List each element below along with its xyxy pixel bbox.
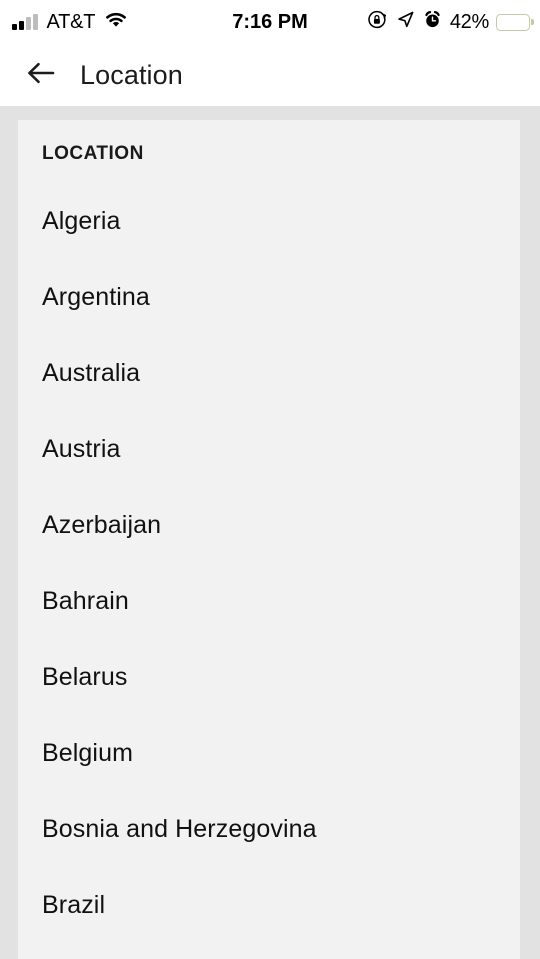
location-list: Algeria Argentina Australia Austria Azerbaij… <box>42 183 520 943</box>
battery-icon <box>496 13 530 31</box>
list-item[interactable]: Australia <box>42 335 520 411</box>
carrier-label: AT&T <box>46 10 96 33</box>
battery-percent-label: 42% <box>449 10 489 33</box>
location-list-card: LOCATION Algeria Argentina Australia Austri… <box>18 120 520 959</box>
status-bar: AT&T 7:16 PM 42% <box>0 0 540 44</box>
signal-bars-icon <box>12 14 38 30</box>
list-item[interactable]: Bahrain <box>42 563 520 639</box>
wifi-icon <box>104 11 128 34</box>
phone-screen: AT&T 7:16 PM 42% Location LOCATION Alger… <box>0 0 540 959</box>
list-item[interactable]: Algeria <box>42 183 520 259</box>
list-item-label: Austria <box>42 434 121 463</box>
section-header: LOCATION <box>42 143 144 164</box>
list-item-label: Australia <box>42 358 141 387</box>
location-arrow-icon <box>396 10 415 34</box>
list-item[interactable]: Austria <box>42 411 520 487</box>
status-bar-left: AT&T <box>12 11 128 34</box>
list-item[interactable]: Brazil <box>42 867 520 943</box>
status-bar-right: 42% <box>367 9 530 35</box>
list-item-label: Brazil <box>42 890 106 919</box>
list-item[interactable]: Azerbaijan <box>42 487 520 563</box>
list-item-label: Azerbaijan <box>42 510 162 539</box>
list-item[interactable]: Argentina <box>42 259 520 335</box>
navigation-bar: Location <box>0 44 540 106</box>
page-title: Location <box>80 59 183 90</box>
arrow-left-icon <box>26 60 56 91</box>
list-item-label: Belgium <box>42 738 134 767</box>
alarm-clock-icon <box>423 10 442 34</box>
list-item[interactable]: Bosnia and Herzegovina <box>42 791 520 867</box>
list-item-label: Belarus <box>42 662 128 691</box>
back-button[interactable] <box>20 54 62 96</box>
list-item[interactable]: Belarus <box>42 639 520 715</box>
list-item-label: Bahrain <box>42 586 129 615</box>
list-item-label: Argentina <box>42 282 150 311</box>
content-area: LOCATION Algeria Argentina Australia Austri… <box>0 106 540 959</box>
list-item[interactable]: Belgium <box>42 715 520 791</box>
list-item-label: Algeria <box>42 206 121 235</box>
list-item-label: Bosnia and Herzegovina <box>42 814 317 843</box>
rotation-lock-icon <box>367 9 388 35</box>
